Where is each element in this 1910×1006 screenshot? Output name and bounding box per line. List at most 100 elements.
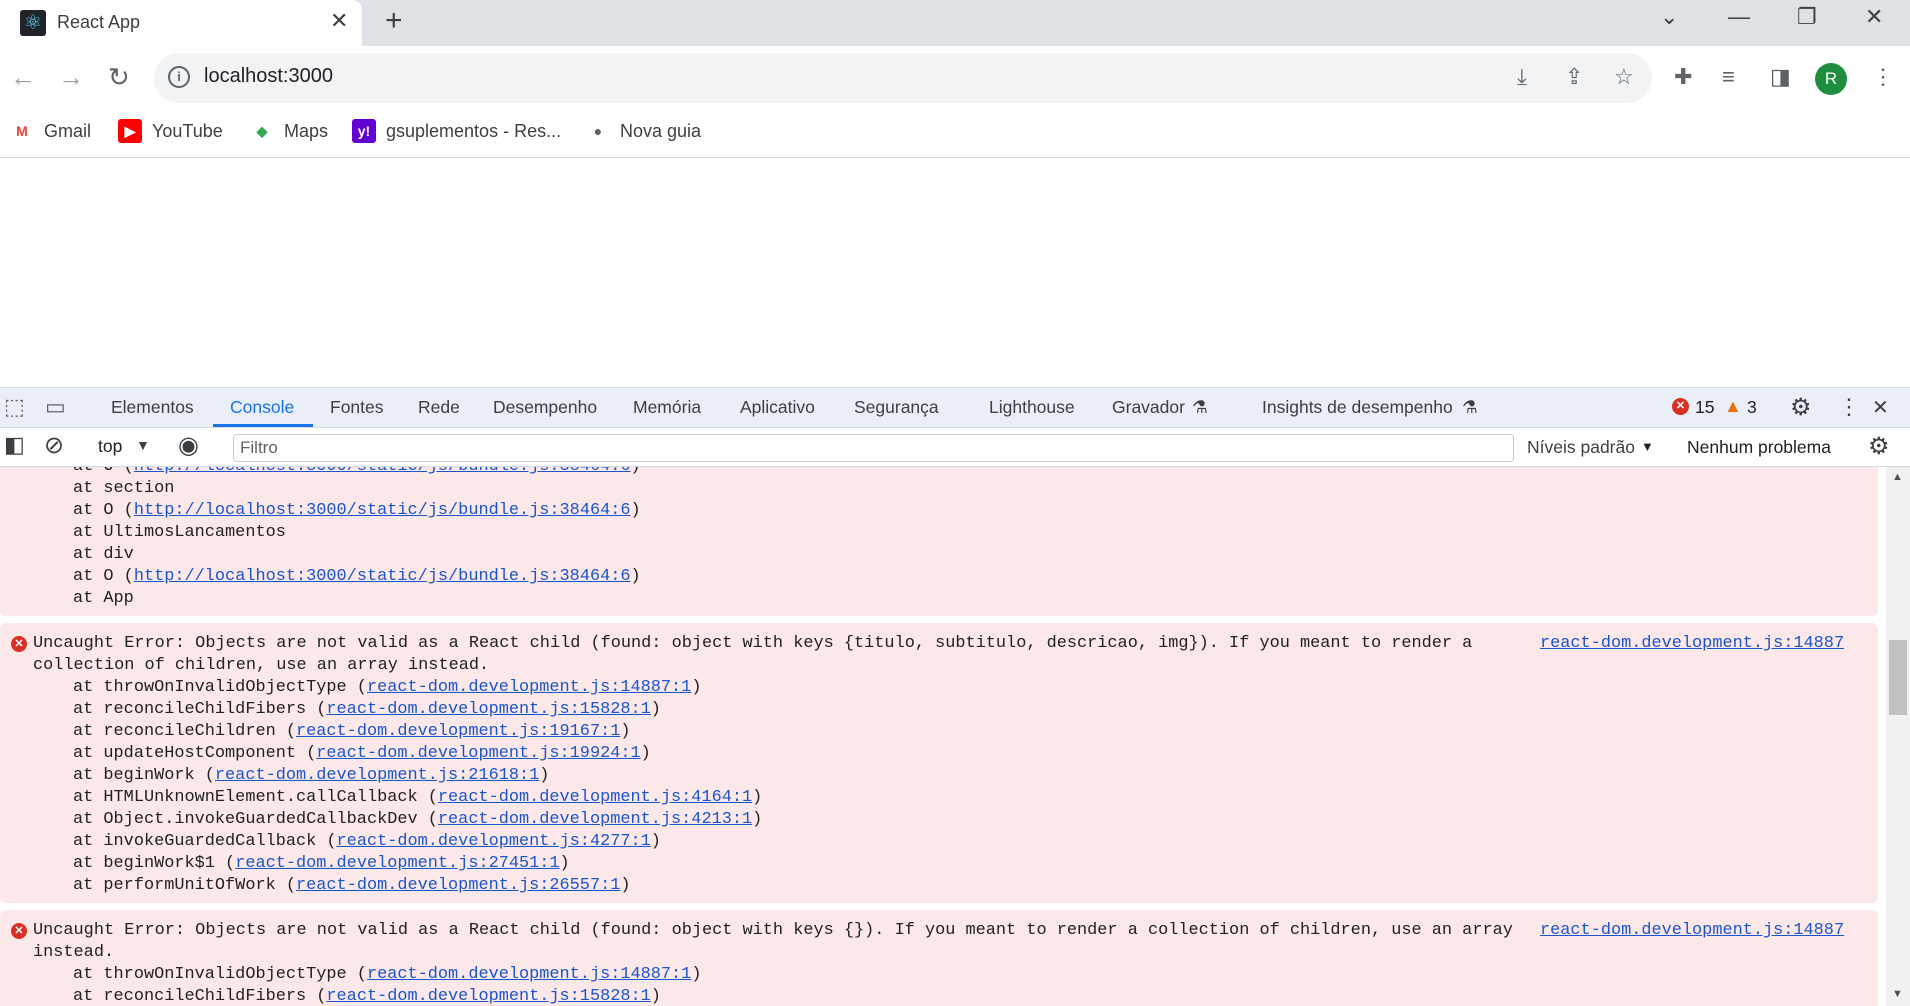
side-panel-icon[interactable]: ◨ bbox=[1770, 64, 1791, 90]
stack-link[interactable]: react-dom.development.js:14887:1 bbox=[367, 678, 691, 697]
browser-tab[interactable] bbox=[0, 0, 362, 46]
stack-link[interactable]: react-dom.development.js:27451:1 bbox=[235, 854, 559, 873]
stack-frame: at div bbox=[0, 544, 1878, 566]
warning-count[interactable]: 3 bbox=[1747, 397, 1757, 418]
scrollbar-thumb[interactable] bbox=[1889, 640, 1907, 715]
chevron-down-icon[interactable]: ▼ bbox=[1641, 439, 1654, 454]
filter-input[interactable]: Filtro bbox=[233, 434, 1514, 462]
tab-lighthouse[interactable]: Lighthouse bbox=[989, 397, 1075, 418]
react-logo-icon: ⚛ bbox=[20, 10, 46, 36]
bookmark-maps[interactable]: ◆ Maps bbox=[250, 119, 328, 143]
stack-function: at UltimosLancamentos bbox=[73, 523, 286, 542]
stack-link[interactable]: react-dom.development.js:26557:1 bbox=[296, 876, 620, 895]
device-toolbar-icon[interactable]: ▭ bbox=[45, 394, 66, 420]
chevron-down-icon[interactable]: ▼ bbox=[136, 437, 150, 453]
sidebar-toggle-icon[interactable]: ◧ bbox=[4, 432, 25, 458]
issues-button[interactable]: Nenhum problema bbox=[1687, 437, 1831, 458]
tab-desempenho[interactable]: Desempenho bbox=[493, 397, 597, 418]
stack-paren: ) bbox=[752, 788, 763, 807]
source-link[interactable]: react-dom.development.js:14887 bbox=[1540, 920, 1844, 942]
stack-link[interactable]: react-dom.development.js:19924:1 bbox=[316, 744, 640, 763]
maps-icon: ◆ bbox=[256, 123, 268, 139]
tab-console[interactable]: Console bbox=[230, 397, 294, 418]
stack-link[interactable]: react-dom.development.js:4164:1 bbox=[438, 788, 752, 807]
install-icon[interactable]: ⤓ bbox=[1517, 64, 1527, 90]
error-icon[interactable]: ✕ bbox=[1672, 398, 1689, 415]
tab-aplicativo[interactable]: Aplicativo bbox=[740, 397, 815, 418]
stack-frame: at throwOnInvalidObjectType (react-dom.d… bbox=[0, 964, 1878, 986]
stack-frame: at Object.invokeGuardedCallbackDev (reac… bbox=[0, 809, 1878, 831]
stack-link[interactable]: http://localhost:3000/static/js/bundle.j… bbox=[134, 467, 631, 476]
error-icon: ✕ bbox=[11, 636, 27, 652]
extensions-icon[interactable]: ✚ bbox=[1674, 64, 1692, 90]
tab-elementos[interactable]: Elementos bbox=[111, 397, 194, 418]
avatar[interactable]: R bbox=[1815, 63, 1847, 95]
bookmark-gsuplementos[interactable]: y! gsuplementos - Res... bbox=[352, 119, 561, 143]
source-link[interactable]: react-dom.development.js:14887 bbox=[1540, 633, 1844, 655]
warning-icon[interactable]: ▲ bbox=[1724, 396, 1742, 417]
new-tab-button[interactable]: + bbox=[385, 4, 403, 38]
stack-paren: ) bbox=[620, 876, 631, 895]
menu-kebab-icon[interactable]: ⋮ bbox=[1872, 64, 1894, 90]
console-error-message: at O (http://localhost:3000/static/js/bu… bbox=[0, 467, 1878, 616]
scroll-down-icon[interactable]: ▼ bbox=[1892, 988, 1903, 1000]
forward-icon[interactable]: → bbox=[58, 62, 84, 93]
error-count[interactable]: 15 bbox=[1695, 397, 1714, 418]
stack-frame: at reconcileChildren (react-dom.developm… bbox=[0, 721, 1878, 743]
stack-link[interactable]: react-dom.development.js:4213:1 bbox=[438, 810, 752, 829]
bookmark-gmail[interactable]: M Gmail bbox=[10, 119, 91, 143]
tab-insights[interactable]: Insights de desempenho bbox=[1262, 397, 1453, 418]
console-settings-icon[interactable]: ⚙ bbox=[1868, 432, 1890, 461]
reload-icon[interactable]: ↻ bbox=[108, 62, 130, 93]
more-options-icon[interactable]: ⋮ bbox=[1838, 394, 1860, 420]
stack-link[interactable]: react-dom.development.js:4277:1 bbox=[337, 832, 651, 851]
minimize-button[interactable]: — bbox=[1728, 4, 1750, 30]
info-icon[interactable]: i bbox=[168, 66, 190, 88]
restore-button[interactable]: ❐ bbox=[1797, 4, 1817, 30]
stack-frame: at reconcileChildFibers (react-dom.devel… bbox=[0, 699, 1878, 721]
bookmark-youtube[interactable]: ▶ YouTube bbox=[118, 119, 223, 143]
stack-link[interactable]: http://localhost:3000/static/js/bundle.j… bbox=[134, 501, 631, 520]
settings-gear-icon[interactable]: ⚙ bbox=[1790, 393, 1812, 422]
stack-paren: ) bbox=[752, 810, 763, 829]
tab-segurança[interactable]: Segurança bbox=[854, 397, 939, 418]
scrollbar[interactable] bbox=[1886, 467, 1910, 1006]
stack-function: at throwOnInvalidObjectType ( bbox=[73, 678, 367, 697]
tab-search-chevron-icon[interactable]: ⌄ bbox=[1660, 4, 1678, 30]
context-selector[interactable]: top bbox=[98, 436, 122, 457]
url-text[interactable]: localhost:3000 bbox=[204, 65, 333, 88]
close-tab-icon[interactable]: ✕ bbox=[330, 8, 348, 34]
stack-link[interactable]: react-dom.development.js:15828:1 bbox=[326, 987, 650, 1006]
flask-icon: ⚗ bbox=[1192, 397, 1208, 417]
stack-function: at invokeGuardedCallback ( bbox=[73, 832, 337, 851]
console-messages: at O (http://localhost:3000/static/js/bu… bbox=[0, 467, 1886, 1006]
stack-function: at HTMLUnknownElement.callCallback ( bbox=[73, 788, 438, 807]
console-error-message: ✕ react-dom.development.js:14887 Uncaught … bbox=[0, 623, 1878, 903]
stack-link[interactable]: react-dom.development.js:14887:1 bbox=[367, 965, 691, 984]
address-bar[interactable] bbox=[154, 53, 1652, 103]
share-icon[interactable]: ⇪ bbox=[1565, 64, 1583, 90]
stack-frame: at O (http://localhost:3000/static/js/bu… bbox=[0, 467, 1878, 478]
stack-link[interactable]: http://localhost:3000/static/js/bundle.j… bbox=[134, 567, 631, 586]
scroll-up-icon[interactable]: ▲ bbox=[1892, 471, 1903, 483]
back-icon[interactable]: ← bbox=[10, 62, 36, 93]
tab-fontes[interactable]: Fontes bbox=[330, 397, 384, 418]
bookmark-nova[interactable]: ● Nova guia bbox=[586, 119, 701, 143]
stack-function: at Object.invokeGuardedCallbackDev ( bbox=[73, 810, 438, 829]
bookmark-star-icon[interactable]: ☆ bbox=[1614, 64, 1634, 90]
close-devtools-icon[interactable]: ✕ bbox=[1872, 395, 1889, 420]
inspect-element-icon[interactable]: ⬚ bbox=[4, 394, 25, 420]
stack-link[interactable]: react-dom.development.js:15828:1 bbox=[326, 700, 650, 719]
bookmark-label: YouTube bbox=[152, 120, 223, 141]
stack-link[interactable]: react-dom.development.js:21618:1 bbox=[215, 766, 539, 785]
tab-memória[interactable]: Memória bbox=[633, 397, 701, 418]
stack-link[interactable]: react-dom.development.js:19167:1 bbox=[296, 722, 620, 741]
close-window-button[interactable]: ✕ bbox=[1865, 4, 1883, 30]
stack-frame: at performUnitOfWork (react-dom.developm… bbox=[0, 875, 1878, 897]
tab-rede[interactable]: Rede bbox=[418, 397, 460, 418]
media-queue-icon[interactable]: ≡ bbox=[1722, 64, 1735, 90]
tab-gravador[interactable]: Gravador bbox=[1112, 397, 1185, 418]
log-levels-dropdown[interactable]: Níveis padrão bbox=[1527, 437, 1635, 458]
eye-icon[interactable]: ◉ bbox=[178, 431, 199, 460]
clear-console-icon[interactable]: ⊘ bbox=[44, 431, 64, 460]
